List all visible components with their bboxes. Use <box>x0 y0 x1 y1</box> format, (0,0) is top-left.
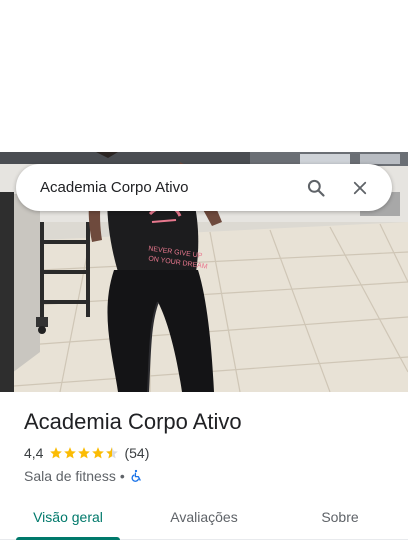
tab-reviews-label: Avaliações <box>170 508 238 525</box>
rating-value: 4,4 <box>24 445 44 461</box>
tab-about-label: Sobre <box>321 508 359 525</box>
tab-overview[interactable]: Visão geral <box>0 494 136 540</box>
separator: • <box>119 468 125 484</box>
place-category: Sala de fitness <box>24 468 116 484</box>
star-rating <box>49 446 119 460</box>
rating-row[interactable]: 4,4 (54) <box>24 444 394 462</box>
map-area-blank <box>0 0 408 152</box>
place-tabs: Visão geral Avaliações Sobre <box>0 494 408 540</box>
star-icon <box>50 447 63 459</box>
category-row: Sala de fitness • <box>24 467 394 485</box>
search-bar[interactable]: Academia Corpo Ativo <box>16 164 392 211</box>
star-half-icon <box>106 447 119 459</box>
tab-about[interactable]: Sobre <box>272 494 408 539</box>
star-icon <box>78 447 91 459</box>
search-button[interactable] <box>294 166 338 210</box>
clear-search-button[interactable] <box>338 166 382 210</box>
star-icon <box>92 447 105 459</box>
search-input[interactable]: Academia Corpo Ativo <box>40 179 294 196</box>
tab-reviews[interactable]: Avaliações <box>136 494 272 539</box>
active-tab-indicator <box>16 537 120 540</box>
wheelchair-icon <box>131 469 141 482</box>
review-count[interactable]: (54) <box>124 445 149 461</box>
place-info: Academia Corpo Ativo 4,4 (54) Sala de fi… <box>24 408 394 485</box>
place-title: Academia Corpo Ativo <box>24 409 242 434</box>
search-icon <box>307 179 325 197</box>
tab-overview-label: Visão geral <box>33 508 103 525</box>
close-icon <box>353 181 367 194</box>
star-icon <box>64 447 77 459</box>
